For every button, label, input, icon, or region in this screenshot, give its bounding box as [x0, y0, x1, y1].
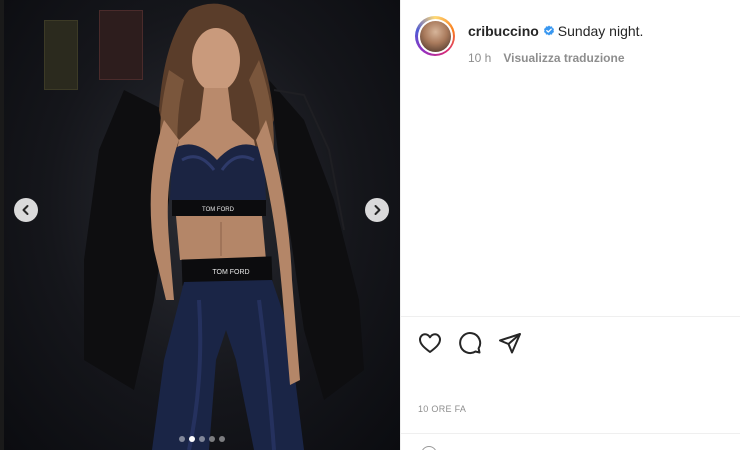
verified-badge-icon	[543, 25, 554, 36]
caption: cribuccino Sunday night. 10 h Visualizza…	[468, 22, 643, 67]
previous-slide-button[interactable]	[14, 198, 38, 222]
post-age: 10 h	[468, 51, 492, 65]
chevron-right-icon	[374, 205, 381, 215]
avatar-image	[419, 20, 451, 52]
comment-avatar	[421, 446, 437, 450]
avatar-border	[417, 18, 453, 54]
divider	[401, 433, 740, 434]
post-timestamp: 10 ORE FA	[418, 404, 467, 414]
chevron-left-icon	[22, 205, 29, 215]
caption-meta: 10 h Visualizza traduzione	[468, 49, 643, 67]
divider	[401, 316, 740, 317]
share-button[interactable]	[497, 330, 523, 356]
caption-row: cribuccino Sunday night. 10 h Visualizza…	[415, 16, 643, 67]
post-side-panel: cribuccino Sunday night. 10 h Visualizza…	[400, 0, 740, 450]
waistband-label-top: TOM FORD	[202, 207, 235, 213]
post-media: TOM FORD TOM FORD	[4, 0, 400, 450]
carousel-dot	[179, 436, 185, 442]
username-link[interactable]: cribuccino	[468, 23, 539, 39]
like-button[interactable]	[417, 330, 443, 356]
carousel-dot-active	[189, 436, 195, 442]
avatar[interactable]	[415, 16, 455, 56]
post-photo: TOM FORD TOM FORD	[84, 3, 364, 450]
comment-icon	[459, 332, 482, 355]
send-icon	[499, 333, 521, 354]
see-translation-button[interactable]: Visualizza traduzione	[503, 49, 624, 67]
caption-text: Sunday night.	[557, 23, 644, 39]
heart-icon	[419, 333, 441, 353]
carousel-dot	[209, 436, 215, 442]
waistband-label-bottom: TOM FORD	[212, 269, 249, 276]
post-actions	[417, 330, 523, 356]
carousel-dot	[199, 436, 205, 442]
carousel-dot	[219, 436, 225, 442]
comment-button[interactable]	[457, 330, 483, 356]
next-slide-button[interactable]	[365, 198, 389, 222]
carousel-indicator	[179, 436, 225, 442]
